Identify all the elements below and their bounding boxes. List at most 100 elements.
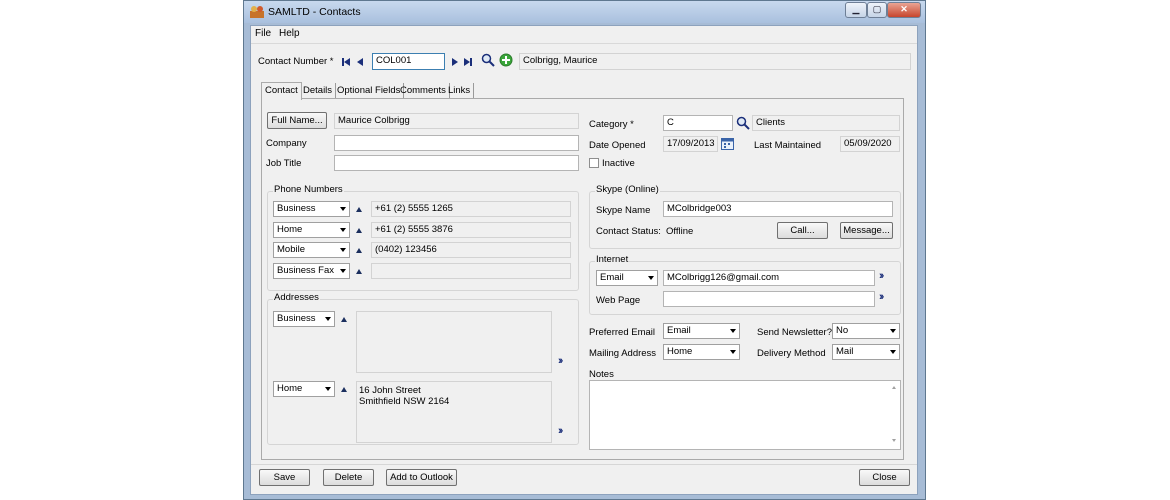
web-page-expand-icon[interactable]: ›› xyxy=(879,291,885,303)
contact-number-label: Contact Number * xyxy=(258,56,334,67)
phone-type-select[interactable]: Home xyxy=(273,222,350,238)
skype-group xyxy=(589,191,901,249)
client-area: File Help Contact Number * COL001 Colbri… xyxy=(250,25,918,495)
phone-type-select[interactable]: Business Fax xyxy=(273,263,350,279)
tab-contact[interactable]: Contact xyxy=(261,82,302,100)
app-logo-icon xyxy=(250,6,264,18)
date-opened-field[interactable]: 17/09/2013 xyxy=(663,136,718,152)
send-newsletter-select[interactable]: No xyxy=(832,323,900,339)
category-description: Clients xyxy=(752,115,900,131)
category-search-icon[interactable] xyxy=(736,116,750,130)
last-maintained-label: Last Maintained xyxy=(754,140,822,151)
window-close-button[interactable]: ✕ xyxy=(887,2,921,18)
notes-textarea[interactable] xyxy=(589,380,901,450)
window-title: SAMLTD - Contacts xyxy=(268,6,361,18)
chevron-down-icon[interactable] xyxy=(730,350,736,354)
add-to-outlook-button[interactable]: Add to Outlook xyxy=(386,469,457,486)
contact-status-value: Offline xyxy=(666,226,694,237)
phone-value-field[interactable]: +61 (2) 5555 3876 xyxy=(371,222,571,238)
phone-value-field[interactable] xyxy=(371,263,571,279)
chevron-down-icon[interactable] xyxy=(648,276,654,280)
job-title-input[interactable] xyxy=(334,155,579,171)
arrow-up-icon[interactable] xyxy=(356,207,362,212)
save-button[interactable]: Save xyxy=(259,469,310,486)
expand-address-icon[interactable]: ›› xyxy=(558,355,564,367)
skype-name-input[interactable]: MColbridge003 xyxy=(663,201,893,217)
menu-file[interactable]: File xyxy=(255,28,271,39)
address-line: 16 John Street xyxy=(359,385,421,396)
add-icon[interactable] xyxy=(499,53,513,67)
skype-title: Skype (Online) xyxy=(595,184,660,195)
company-input[interactable] xyxy=(334,135,579,151)
phone-type-select[interactable]: Business xyxy=(273,201,350,217)
address-display[interactable] xyxy=(356,311,552,373)
chevron-down-icon[interactable] xyxy=(890,350,896,354)
address-type-select[interactable]: Business xyxy=(273,311,335,327)
company-label: Company xyxy=(266,138,307,149)
contact-number-input[interactable]: COL001 xyxy=(372,53,445,70)
calendar-icon[interactable] xyxy=(721,137,734,150)
chevron-down-icon[interactable] xyxy=(340,207,346,211)
first-record-icon[interactable] xyxy=(342,58,350,66)
contact-tab-panel: Full Name... Maurice Colbrigg Company Jo… xyxy=(261,98,904,460)
chevron-down-icon[interactable] xyxy=(890,329,896,333)
scroll-up-icon[interactable] xyxy=(892,386,896,389)
category-label: Category * xyxy=(589,119,634,130)
web-page-input[interactable] xyxy=(663,291,875,307)
web-page-label: Web Page xyxy=(596,295,641,306)
preferred-email-select[interactable]: Email xyxy=(663,323,740,339)
address-display[interactable]: 16 John Street Smithfield NSW 2164 xyxy=(356,381,552,443)
full-name-display: Maurice Colbrigg xyxy=(334,113,579,129)
delivery-method-select[interactable]: Mail xyxy=(832,344,900,360)
email-type-select[interactable]: Email xyxy=(596,270,658,286)
skype-name-label: Skype Name xyxy=(596,205,651,216)
phone-type-select[interactable]: Mobile xyxy=(273,242,350,258)
chevron-down-icon[interactable] xyxy=(325,387,331,391)
notes-label: Notes xyxy=(589,369,614,380)
delete-button[interactable]: Delete xyxy=(323,469,374,486)
chevron-down-icon[interactable] xyxy=(325,317,331,321)
next-last-nav xyxy=(452,58,472,66)
call-button[interactable]: Call... xyxy=(777,222,828,239)
addresses-title: Addresses xyxy=(273,292,320,303)
category-input[interactable]: C xyxy=(663,115,733,131)
search-icon[interactable] xyxy=(481,53,495,67)
notes-scrollbar[interactable] xyxy=(889,381,900,449)
title-bar[interactable]: SAMLTD - Contacts ▁ ▢ ✕ xyxy=(244,1,925,23)
contact-name-display: Colbrigg, Maurice xyxy=(519,53,911,70)
delivery-method-label: Delivery Method xyxy=(757,348,826,359)
scroll-down-icon[interactable] xyxy=(892,439,896,442)
footer-divider xyxy=(251,464,917,465)
mailing-address-label: Mailing Address xyxy=(589,348,657,359)
chevron-down-icon[interactable] xyxy=(730,329,736,333)
close-button[interactable]: Close xyxy=(859,469,910,486)
email-input[interactable]: MColbrigg126@gmail.com xyxy=(663,270,875,286)
phone-value-field[interactable]: (0402) 123456 xyxy=(371,242,571,258)
maximize-button[interactable]: ▢ xyxy=(867,2,887,18)
message-button[interactable]: Message... xyxy=(840,222,893,239)
arrow-up-icon[interactable] xyxy=(356,248,362,253)
full-name-button[interactable]: Full Name... xyxy=(267,112,327,129)
preferred-email-label: Preferred Email xyxy=(589,327,655,338)
minimize-button[interactable]: ▁ xyxy=(845,2,867,18)
chevron-down-icon[interactable] xyxy=(340,228,346,232)
arrow-up-icon[interactable] xyxy=(356,228,362,233)
last-record-icon[interactable] xyxy=(464,58,472,66)
contacts-window: SAMLTD - Contacts ▁ ▢ ✕ File Help Contac… xyxy=(243,0,926,500)
arrow-up-icon[interactable] xyxy=(341,317,347,322)
previous-record-icon[interactable] xyxy=(357,58,363,66)
next-record-icon[interactable] xyxy=(452,58,458,66)
phone-value-field[interactable]: +61 (2) 5555 1265 xyxy=(371,201,571,217)
chevron-down-icon[interactable] xyxy=(340,248,346,252)
inactive-checkbox[interactable] xyxy=(589,158,599,168)
arrow-up-icon[interactable] xyxy=(356,269,362,274)
expand-address-icon[interactable]: ›› xyxy=(558,425,564,437)
email-expand-icon[interactable]: ›› xyxy=(879,270,885,282)
menu-help[interactable]: Help xyxy=(279,28,300,39)
chevron-down-icon[interactable] xyxy=(340,269,346,273)
last-maintained-field: 05/09/2020 xyxy=(840,136,900,152)
inactive-label: Inactive xyxy=(602,158,635,169)
arrow-up-icon[interactable] xyxy=(341,387,347,392)
mailing-address-select[interactable]: Home xyxy=(663,344,740,360)
address-type-select[interactable]: Home xyxy=(273,381,335,397)
